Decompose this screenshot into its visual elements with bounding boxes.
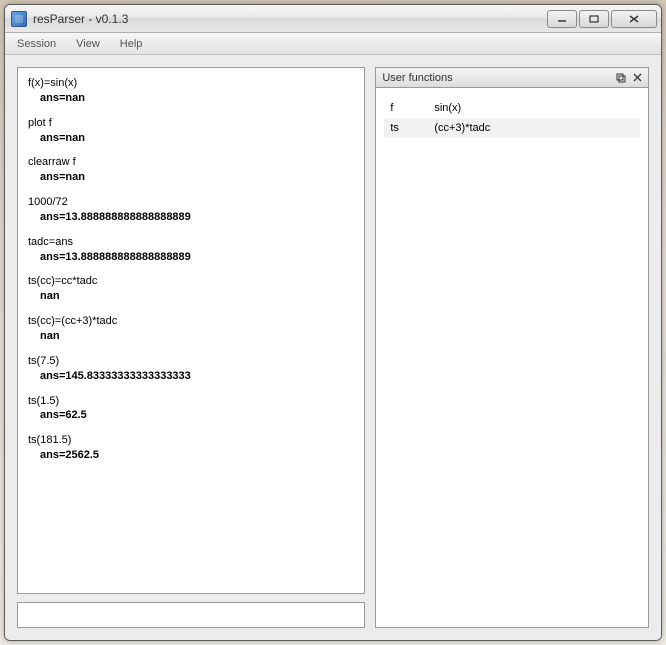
console-entry: ts(181.5)ans=2562.5 (28, 433, 354, 463)
function-name: f (390, 102, 434, 114)
minimize-icon (557, 15, 567, 23)
app-window: resParser - v0.1.3 Session View Help f(x… (4, 4, 662, 641)
console-answer: ans=13.888888888888888889 (28, 210, 354, 225)
menu-view[interactable]: View (66, 36, 110, 52)
console-entry: 1000/72ans=13.888888888888888889 (28, 195, 354, 225)
console-answer: ans=nan (28, 91, 354, 106)
console-answer: ans=62.5 (28, 408, 354, 423)
console-answer: nan (28, 289, 354, 304)
console-command: ts(181.5) (28, 433, 354, 448)
console-entry: ts(cc)=cc*tadcnan (28, 274, 354, 304)
minimize-button[interactable] (547, 10, 577, 28)
app-icon (11, 11, 27, 27)
console-entry: ts(7.5)ans=145.83333333333333333 (28, 354, 354, 384)
console-entry: ts(1.5)ans=62.5 (28, 394, 354, 424)
maximize-icon (589, 15, 599, 23)
client-area: f(x)=sin(x)ans=nanplot fans=nanclearraw … (5, 55, 661, 640)
menu-session[interactable]: Session (7, 36, 66, 52)
panel-close-button[interactable] (630, 71, 644, 85)
console-command: clearraw f (28, 155, 354, 170)
console-entry: clearraw fans=nan (28, 155, 354, 185)
function-name: ts (390, 122, 434, 134)
console-answer: ans=145.83333333333333333 (28, 369, 354, 384)
console-command: ts(cc)=(cc+3)*tadc (28, 314, 354, 329)
close-icon (633, 73, 642, 82)
console-entry: tadc=ansans=13.888888888888888889 (28, 235, 354, 265)
console-command: f(x)=sin(x) (28, 76, 354, 91)
console-command: 1000/72 (28, 195, 354, 210)
console-command: ts(1.5) (28, 394, 354, 409)
console-command: ts(cc)=cc*tadc (28, 274, 354, 289)
function-body: (cc+3)*tadc (434, 122, 634, 134)
function-row[interactable]: ts(cc+3)*tadc (384, 118, 640, 138)
maximize-button[interactable] (579, 10, 609, 28)
user-functions-header[interactable]: User functions (375, 67, 649, 87)
command-input[interactable] (18, 603, 364, 627)
window-buttons (547, 10, 657, 28)
console-answer: ans=nan (28, 170, 354, 185)
console-entry: f(x)=sin(x)ans=nan (28, 76, 354, 106)
window-title: resParser - v0.1.3 (33, 12, 547, 26)
console-entry: plot fans=nan (28, 116, 354, 146)
console-command: tadc=ans (28, 235, 354, 250)
titlebar[interactable]: resParser - v0.1.3 (5, 5, 661, 33)
user-functions-list[interactable]: fsin(x)ts(cc+3)*tadc (375, 87, 649, 628)
close-icon (629, 15, 639, 23)
left-column: f(x)=sin(x)ans=nanplot fans=nanclearraw … (17, 67, 365, 628)
console-command: plot f (28, 116, 354, 131)
console-answer: ans=2562.5 (28, 448, 354, 463)
console-answer: ans=13.888888888888888889 (28, 250, 354, 265)
function-row[interactable]: fsin(x) (384, 98, 640, 118)
console-answer: ans=nan (28, 131, 354, 146)
console-output[interactable]: f(x)=sin(x)ans=nanplot fans=nanclearraw … (17, 67, 365, 594)
console-answer: nan (28, 329, 354, 344)
console-command: ts(7.5) (28, 354, 354, 369)
undock-button[interactable] (614, 71, 628, 85)
user-functions-title: User functions (382, 72, 452, 84)
console-entry: ts(cc)=(cc+3)*tadcnan (28, 314, 354, 344)
menu-help[interactable]: Help (110, 36, 153, 52)
menubar: Session View Help (5, 33, 661, 55)
undock-icon (616, 73, 626, 83)
right-column: User functions fsin(x)ts(cc+3)*tadc (375, 67, 649, 628)
command-input-row (17, 602, 365, 628)
close-button[interactable] (611, 10, 657, 28)
function-body: sin(x) (434, 102, 634, 114)
